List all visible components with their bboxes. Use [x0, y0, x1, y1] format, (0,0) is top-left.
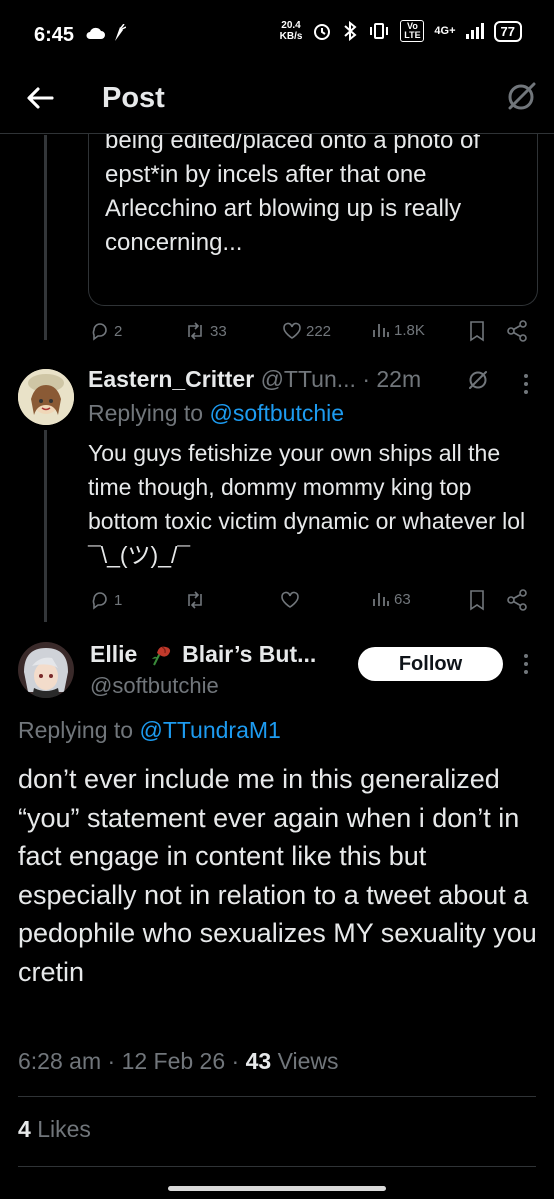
repost-icon [188, 322, 202, 340]
divider [18, 1096, 536, 1097]
back-arrow-icon[interactable] [22, 80, 58, 116]
reply-button[interactable]: 2 [90, 321, 122, 341]
author-display-name[interactable]: Eastern_Critter [88, 366, 254, 392]
status-time: 6:45 [34, 24, 75, 46]
reply-text: You guys fetishize your own ships all th… [88, 440, 526, 568]
cloud-icon [86, 27, 105, 39]
avatar-image [18, 642, 74, 698]
alarm-icon [314, 24, 331, 40]
tweet-time[interactable]: 6:28 am [18, 1048, 101, 1074]
thread-line [44, 135, 47, 340]
likes-label: Likes [37, 1116, 91, 1142]
network-speed: 20.4 KB/s [279, 20, 303, 42]
heart-icon [281, 591, 299, 608]
tweet-date[interactable]: 12 Feb 26 [122, 1048, 226, 1074]
reply-time: · 22m [362, 366, 422, 392]
grok-icon[interactable] [466, 368, 490, 392]
more-options-icon[interactable] [516, 372, 536, 396]
author-handle[interactable]: @TTun... [261, 366, 356, 392]
views-button[interactable]: 1.8K [372, 321, 425, 339]
bookmark-icon[interactable] [468, 320, 486, 342]
likes-count: 4 [18, 1116, 31, 1142]
replying-to-link[interactable]: @TTundraM1 [139, 717, 280, 743]
repost-button[interactable]: 33 [184, 321, 227, 341]
avatar-image [18, 369, 74, 425]
heart-icon [283, 322, 301, 339]
carrot-icon [115, 24, 126, 41]
status-bar: 6:45 20.4 KB/s Vo LTE 4G+ 77 [0, 0, 554, 66]
avatar[interactable] [18, 369, 74, 425]
tweet-text: don’t ever include me in this generalize… [18, 764, 537, 987]
grok-icon[interactable] [504, 80, 538, 114]
views-button[interactable]: 63 [372, 590, 411, 608]
reply-icon [92, 592, 107, 610]
reply-author[interactable]: Eastern_Critter @TTun... · 22m [88, 366, 421, 393]
bluetooth-icon [344, 21, 357, 41]
gesture-nav-bar[interactable] [168, 1186, 386, 1191]
views-icon [373, 324, 389, 337]
quoted-tweet-card[interactable]: The increase of lesbian and yuri stuff b… [88, 110, 538, 306]
more-options-icon[interactable] [516, 652, 536, 676]
replying-to: Replying to @TTundraM1 [18, 717, 281, 743]
share-icon[interactable] [506, 589, 528, 611]
wilted-rose-icon [151, 646, 170, 666]
header-overlay: Post [0, 66, 554, 134]
thread-line [44, 430, 47, 622]
share-icon[interactable] [506, 320, 528, 342]
author-display-name[interactable]: Ellie Blair’s But... [90, 641, 316, 668]
views-icon [373, 593, 389, 606]
replying-to: Replying to @softbutchie [88, 400, 345, 426]
views-label: Views [277, 1048, 339, 1074]
reply-icon [92, 323, 107, 341]
signal-icon [465, 23, 484, 39]
bookmark-icon[interactable] [468, 589, 486, 611]
like-button[interactable]: 222 [282, 321, 331, 341]
reply-button[interactable]: 1 [90, 590, 122, 610]
volte-badge: Vo LTE [400, 20, 425, 42]
like-button[interactable] [280, 590, 300, 610]
page-title: Post [102, 82, 165, 114]
repost-icon [188, 591, 202, 609]
divider [18, 1166, 536, 1167]
follow-button[interactable]: Follow [358, 647, 503, 681]
vibrate-icon [370, 23, 389, 39]
views-count: 43 [245, 1048, 272, 1074]
avatar[interactable] [18, 642, 74, 698]
author-handle[interactable]: @softbutchie [90, 673, 219, 699]
tweet-meta: 6:28 am · 12 Feb 26 · 43 Views [18, 1048, 339, 1074]
battery-indicator: 77 [493, 20, 522, 42]
repost-button[interactable] [184, 590, 206, 610]
replying-to-link[interactable]: @softbutchie [209, 400, 344, 426]
network-type: 4G+ [434, 25, 456, 37]
likes-summary[interactable]: 4 Likes [18, 1116, 91, 1143]
